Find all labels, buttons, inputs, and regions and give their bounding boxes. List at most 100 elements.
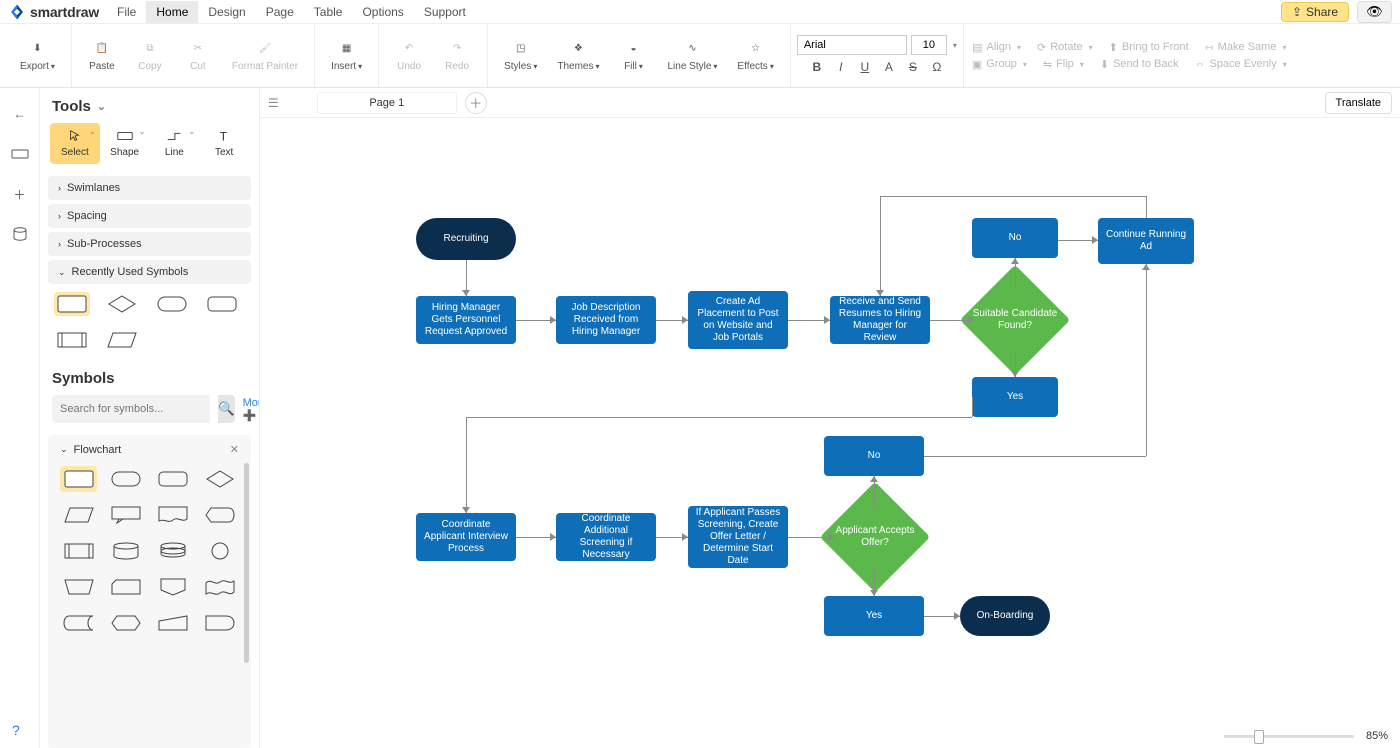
node-screening[interactable]: Coordinate Additional Screening if Neces… [556,513,656,561]
font-color-button[interactable]: A [879,58,899,76]
acc-subprocesses[interactable]: ›Sub-Processes [48,232,251,256]
make-same-button[interactable]: ⇿Make Same▾ [1205,41,1287,54]
shape-manual-op[interactable] [60,574,97,600]
shape-data[interactable] [60,502,97,528]
redo-button[interactable]: ↷Redo [435,35,479,76]
recent-shape-data[interactable] [104,328,140,352]
menu-home[interactable]: Home [146,1,198,23]
shape-terminator[interactable] [107,466,144,492]
node-yes-2[interactable]: Yes [824,596,924,636]
rotate-button[interactable]: ⟳Rotate▾ [1037,41,1093,54]
bring-front-button[interactable]: ⬆Bring to Front [1109,41,1189,54]
shape-document[interactable] [155,502,192,528]
shape-database[interactable] [155,538,192,564]
node-onboarding[interactable]: On-Boarding [960,596,1050,636]
node-no-2[interactable]: No [824,436,924,476]
menu-table[interactable]: Table [304,1,353,23]
tool-select[interactable]: ⌄Select [50,123,100,164]
menu-file[interactable]: File [107,1,146,23]
undo-button[interactable]: ↶Undo [387,35,431,76]
cut-button[interactable]: ✂Cut [176,35,220,76]
rail-smartpanel[interactable] [10,144,30,164]
symbols-more-link[interactable]: More ➕ [243,397,260,422]
shape-disk[interactable] [107,538,144,564]
tool-shape[interactable]: ⌄Shape [100,123,150,164]
shape-tape[interactable] [202,574,239,600]
rail-add[interactable]: ＋ [10,184,30,204]
acc-swimlanes[interactable]: ›Swimlanes [48,176,251,200]
add-page-button[interactable]: ＋ [465,92,487,114]
node-yes-1[interactable]: Yes [972,377,1058,417]
symbol-search-input[interactable] [52,395,210,423]
node-recruiting[interactable]: Recruiting [416,218,516,260]
shape-decision[interactable] [202,466,239,492]
tool-text[interactable]: TText [199,123,249,164]
fill-button[interactable]: ◒Fill▾ [611,35,655,76]
translate-button[interactable]: Translate [1325,92,1392,114]
recent-shape-rounded[interactable] [204,292,240,316]
rail-back[interactable]: ← [10,104,30,124]
shape-subprocess[interactable] [60,538,97,564]
themes-button[interactable]: ❖Themes▾ [549,35,607,76]
zoom-slider[interactable] [1224,735,1354,738]
node-interview[interactable]: Coordinate Applicant Interview Process [416,513,516,561]
recent-shape-process[interactable] [54,292,90,316]
node-no-1[interactable]: No [972,218,1058,258]
recent-shape-terminator[interactable] [154,292,190,316]
recent-shape-subprocess[interactable] [54,328,90,352]
shape-card[interactable] [107,574,144,600]
node-request-approved[interactable]: Hiring Manager Gets Personnel Request Ap… [416,296,516,344]
palette-scrollbar[interactable] [244,463,249,663]
flip-button[interactable]: ⇋Flip▾ [1043,58,1084,71]
menu-support[interactable]: Support [414,1,476,23]
node-job-description[interactable]: Job Description Received from Hiring Man… [556,296,656,344]
rail-data[interactable] [10,224,30,244]
shape-rounded[interactable] [155,466,192,492]
preview-button[interactable]: 👁 [1357,1,1392,23]
canvas[interactable]: Recruiting Hiring Manager Gets Personnel… [260,118,1400,724]
node-accepts-offer[interactable]: Applicant Accepts Offer? [820,502,930,572]
shape-storage[interactable] [60,610,97,636]
styles-button[interactable]: ◳Styles▾ [496,35,545,76]
node-offer-letter[interactable]: If Applicant Passes Screening, Create Of… [688,506,788,568]
shape-process[interactable] [60,466,97,492]
shape-manual-input[interactable] [155,610,192,636]
shape-connector[interactable] [202,538,239,564]
recent-shape-decision[interactable] [104,292,140,316]
help-button[interactable]: ? [12,722,20,738]
share-button[interactable]: ⇪Share [1281,2,1349,22]
shape-preparation[interactable] [107,610,144,636]
tool-line[interactable]: ⌄Line [150,123,200,164]
font-name-input[interactable] [797,35,907,55]
copy-button[interactable]: ⧉Copy [128,35,172,76]
node-continue-ad[interactable]: Continue Running Ad [1098,218,1194,264]
send-back-button[interactable]: ⬇Send to Back [1100,58,1179,71]
zoom-thumb[interactable] [1254,730,1264,744]
font-size-input[interactable] [911,35,947,55]
shape-display[interactable] [202,502,239,528]
strike-button[interactable]: S [903,58,923,76]
bold-button[interactable]: B [807,58,827,76]
acc-recent[interactable]: ⌄Recently Used Symbols [48,260,251,284]
shape-offpage[interactable] [155,574,192,600]
palette-close[interactable]: ✕ [230,443,239,456]
acc-spacing[interactable]: ›Spacing [48,204,251,228]
effects-button[interactable]: ☆Effects▾ [729,35,781,76]
node-resumes[interactable]: Receive and Send Resumes to Hiring Manag… [830,296,930,344]
menu-options[interactable]: Options [352,1,413,23]
align-button[interactable]: ▤Align▾ [972,41,1021,54]
paste-button[interactable]: 📋Paste [80,35,124,76]
underline-button[interactable]: U [855,58,875,76]
page-tab-1[interactable]: Page 1 [317,92,457,114]
insert-button[interactable]: ▦Insert▾ [323,35,370,76]
clear-format-button[interactable]: Ω [927,58,947,76]
shape-delay[interactable] [202,610,239,636]
italic-button[interactable]: I [831,58,851,76]
space-evenly-button[interactable]: ⇔Space Evenly▾ [1194,58,1286,71]
page-list-icon[interactable]: ☰ [268,96,279,110]
symbol-search-button[interactable]: 🔍 [218,395,235,423]
export-button[interactable]: ⬇Export▾ [12,35,63,76]
group-button[interactable]: ▣Group▾ [972,58,1027,71]
menu-page[interactable]: Page [256,1,304,23]
menu-design[interactable]: Design [198,1,255,23]
